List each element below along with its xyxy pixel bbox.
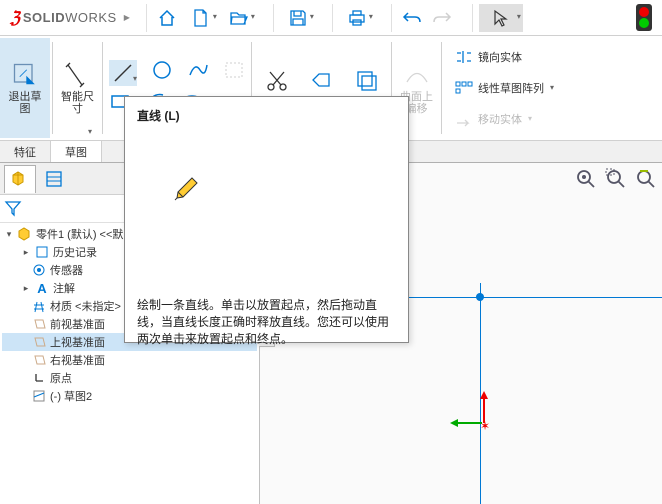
axis-y-arrow-icon: [480, 391, 488, 399]
smart-dimension-button[interactable]: 智能尺 寸 ▾: [55, 38, 100, 138]
move-button[interactable]: 移动实体▾: [452, 109, 556, 129]
mirror-button[interactable]: 镜向实体: [452, 47, 556, 67]
circle-tool-button[interactable]: [151, 59, 173, 86]
redo-icon[interactable]: [428, 4, 456, 32]
print-icon[interactable]: [339, 4, 375, 32]
config-tab-icon: [72, 165, 104, 193]
undo-icon[interactable]: [398, 4, 426, 32]
app-logo: ℨ SOLIDWORKS ▶: [4, 8, 136, 28]
slot-tool-button[interactable]: [223, 59, 245, 86]
tooltip-description: 绘制一条直线。单击以放置起点，然后拖动直线，当直线长度正确时释放直线。您还可以使…: [137, 297, 396, 348]
save-icon[interactable]: [280, 4, 316, 32]
axis-x-arrow-icon: [450, 419, 458, 427]
select-cursor-icon[interactable]: [479, 4, 523, 32]
spline-tool-button[interactable]: [187, 59, 209, 86]
chevron-down-icon[interactable]: ▶: [124, 13, 130, 22]
linear-pattern-button[interactable]: 线性草图阵列▾: [452, 78, 556, 98]
zoom-area-icon[interactable]: [604, 167, 628, 196]
new-file-icon[interactable]: [183, 4, 219, 32]
feature-tree-tab-icon[interactable]: [4, 165, 36, 193]
tree-origin[interactable]: 原点: [2, 369, 257, 387]
exit-sketch-button[interactable]: 退出草 图: [0, 38, 50, 138]
line-tool-tooltip: 直线 (L) 绘制一条直线。单击以放置起点，然后拖动直线，当直线长度正确时释放直…: [124, 96, 409, 343]
tab-sketch[interactable]: 草图: [51, 141, 102, 162]
zoom-fit-icon[interactable]: [574, 167, 598, 196]
open-file-icon[interactable]: [221, 4, 257, 32]
line-tool-button[interactable]: ▾: [109, 60, 137, 86]
tree-sketch2[interactable]: (-) 草图2: [2, 387, 257, 405]
home-icon[interactable]: [153, 4, 181, 32]
traffic-lights: [636, 4, 658, 31]
sketch-hline[interactable]: [368, 297, 662, 298]
filter-icon[interactable]: [4, 199, 22, 217]
tree-right-plane[interactable]: 右视基准面: [2, 351, 257, 369]
tooltip-title: 直线 (L): [137, 107, 396, 124]
origin-star-icon: ✶: [480, 419, 490, 433]
axis-x-icon: [458, 422, 482, 424]
tab-feature[interactable]: 特征: [0, 141, 51, 162]
ds-logo-icon: ℨ: [10, 8, 20, 28]
view-orient-icon[interactable]: [634, 167, 658, 196]
property-tab-icon[interactable]: [38, 165, 70, 193]
pencil-icon: [173, 174, 396, 207]
